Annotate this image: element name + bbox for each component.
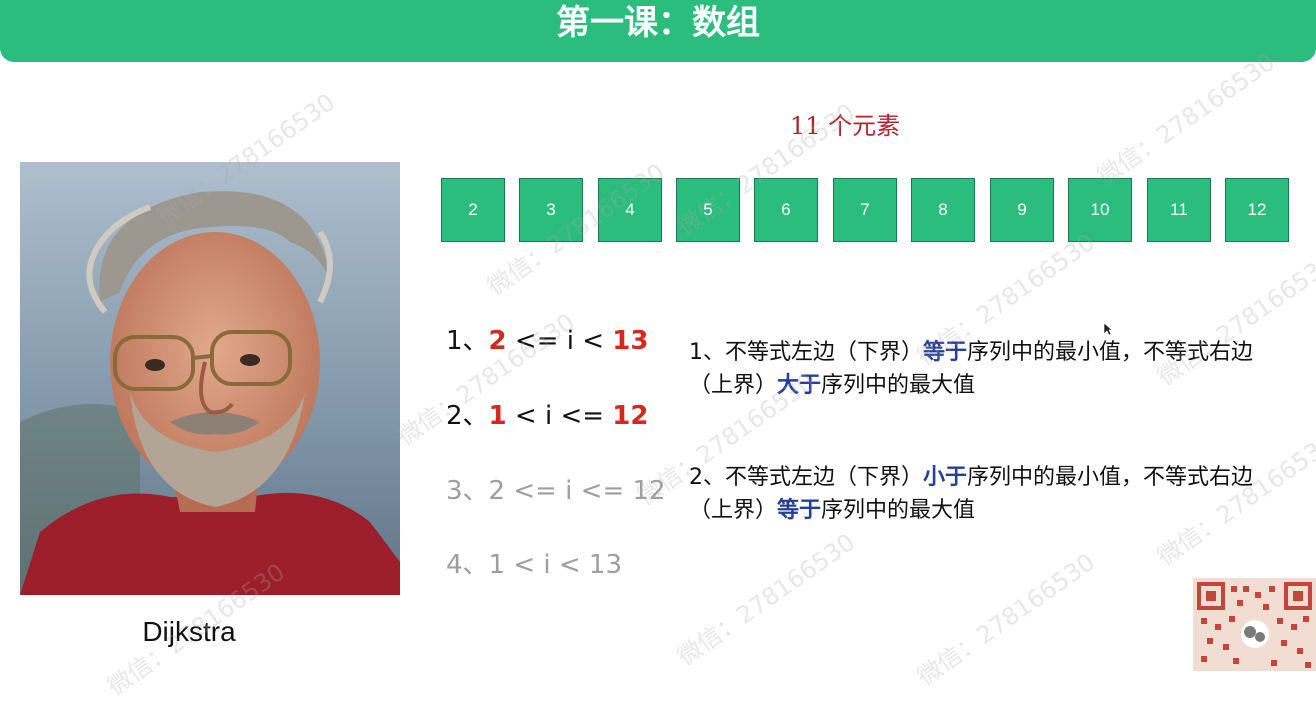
explanation-2: 2、不等式左边（下界）小于序列中的最小值，不等式右边（上界）等于序列中的最大值	[689, 461, 1289, 527]
array-cell: 6	[754, 178, 818, 242]
watermark: 微信：278166530	[672, 528, 860, 672]
array-cell: 8	[911, 178, 975, 242]
watermark: 微信：278166530	[1092, 48, 1280, 192]
array-cell: 12	[1225, 178, 1289, 242]
option-middle: <= i <	[506, 326, 613, 356]
watermark: 微信：278166530	[912, 548, 1100, 692]
option-2: 2、1 < i <= 12	[446, 395, 648, 432]
option-upper-bound: 13	[612, 326, 649, 356]
option-lower-bound: 2	[488, 326, 507, 356]
element-count-label: 11 个元素	[790, 112, 901, 140]
portrait-caption: Dijkstra	[142, 616, 236, 647]
option-middle: < i <=	[506, 401, 613, 431]
dijkstra-portrait	[20, 162, 400, 595]
explanation-1: 1、不等式左边（下界）等于序列中的最小值，不等式右边（上界）大于序列中的最大值	[689, 336, 1289, 402]
array-cell: 2	[441, 178, 505, 242]
array-cell: 7	[833, 178, 897, 242]
array-cell: 3	[519, 178, 583, 242]
array-cell: 5	[676, 178, 740, 242]
explanation-text: 2、不等式左边（下界）	[689, 465, 923, 490]
slide-title: 第一课：数组	[556, 3, 760, 43]
explanation-text: 1、不等式左边（下界）	[689, 340, 923, 365]
option-lower-bound: 1	[488, 401, 507, 431]
explanation-emphasis: 等于	[923, 340, 968, 365]
array-cell: 11	[1147, 178, 1211, 242]
option-1: 1、2 <= i < 13	[446, 320, 648, 357]
array-cell: 10	[1068, 178, 1132, 242]
explanation-text: 序列中的最大值	[821, 373, 976, 398]
qr-code	[1193, 578, 1316, 671]
mouse-cursor-icon	[1103, 322, 1113, 336]
array-row: 2 3 4 5 6 7 8 9 10 11 12	[441, 178, 1289, 242]
slide-header: 第一课：数组	[0, 0, 1316, 62]
option-3: 3、2 <= i <= 12	[446, 476, 666, 506]
explanation-emphasis: 大于	[777, 373, 822, 398]
array-cell: 4	[598, 178, 662, 242]
option-prefix: 2、	[446, 401, 489, 431]
explanation-emphasis: 等于	[777, 498, 822, 523]
option-upper-bound: 12	[612, 401, 649, 431]
explanation-text: 序列中的最大值	[821, 498, 976, 523]
option-4: 4、1 < i < 13	[446, 550, 623, 580]
array-cell: 9	[990, 178, 1054, 242]
option-prefix: 1、	[446, 326, 489, 356]
explanation-emphasis: 小于	[923, 465, 968, 490]
